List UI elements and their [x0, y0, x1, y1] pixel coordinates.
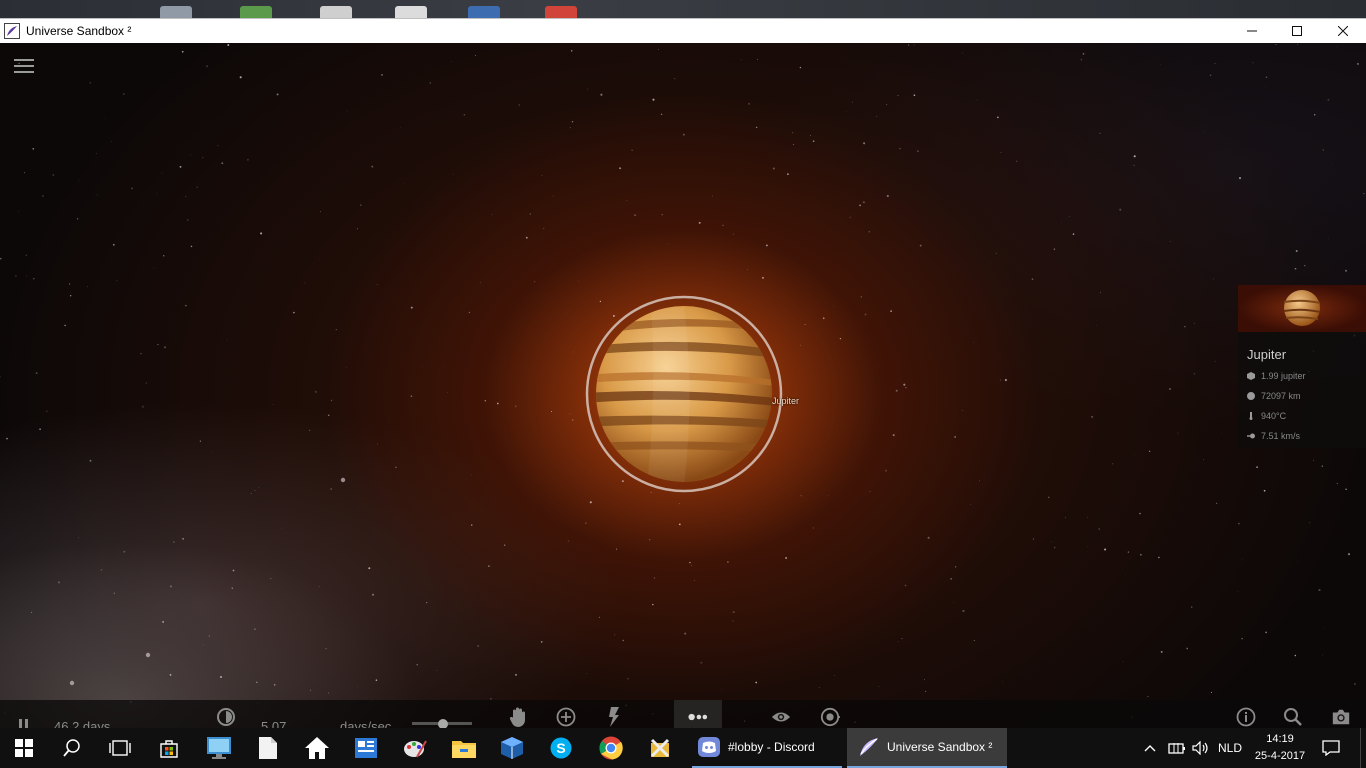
universe-sandbox-icon — [4, 23, 20, 39]
volume-icon[interactable] — [1192, 728, 1212, 768]
info-icon[interactable] — [1236, 707, 1256, 727]
taskbar-app-discord[interactable]: #lobby - Discord — [692, 728, 842, 768]
stat-mass: 1.99 jupiter — [1247, 370, 1366, 382]
stat-velocity: 7.51 km/s — [1247, 430, 1366, 442]
planet-jupiter[interactable] — [585, 295, 783, 493]
people-icon[interactable] — [688, 707, 708, 727]
desktop-icon[interactable] — [395, 6, 427, 18]
file-icon[interactable] — [245, 728, 291, 768]
search-taskbar-icon[interactable] — [48, 728, 96, 768]
start-button[interactable] — [0, 728, 48, 768]
taskbar: S #lobby - Discord Universe Sandbox ² NL… — [0, 728, 1366, 768]
stat-value: 940°C — [1261, 411, 1287, 421]
velocity-icon — [1247, 433, 1255, 439]
eye-icon[interactable] — [771, 707, 791, 727]
clock-date: 25-4-2017 — [1254, 750, 1306, 762]
minimize-icon[interactable] — [1229, 19, 1275, 43]
chrome-icon[interactable] — [588, 728, 634, 768]
simulation-viewport[interactable]: Jupiter Jupiter 1.99 jupiter 72097 km 94… — [0, 43, 1366, 728]
language-indicator[interactable]: NLD — [1218, 728, 1246, 768]
desktop-icon[interactable] — [545, 6, 577, 18]
desktop-background — [0, 0, 1366, 18]
desktop-icon[interactable] — [468, 6, 500, 18]
maximize-icon[interactable] — [1274, 19, 1320, 43]
mass-icon — [1247, 372, 1255, 380]
planet-thumbnail — [1238, 285, 1366, 332]
universe-sandbox-icon — [860, 738, 878, 756]
taskbar-app-universe-sandbox[interactable]: Universe Sandbox ² — [847, 728, 1007, 768]
camera-icon[interactable] — [1331, 707, 1351, 727]
skype-icon[interactable]: S — [538, 728, 584, 768]
home-icon[interactable] — [294, 728, 340, 768]
hand-icon[interactable] — [508, 707, 528, 727]
info-panel[interactable]: Jupiter 1.99 jupiter 72097 km 940°C 7.51… — [1238, 285, 1366, 448]
battery-icon[interactable] — [1168, 728, 1188, 768]
remote-desktop-icon[interactable] — [196, 728, 242, 768]
desktop-icon[interactable] — [240, 6, 272, 18]
power-icon[interactable] — [604, 707, 624, 727]
planet-label[interactable]: Jupiter — [772, 396, 799, 406]
search-icon[interactable] — [1283, 707, 1303, 727]
tray-chevron-icon[interactable] — [1144, 728, 1160, 768]
network-app-icon[interactable] — [343, 728, 389, 768]
show-desktop-button[interactable] — [1360, 728, 1366, 768]
body-name: Jupiter — [1247, 347, 1287, 362]
clock-icon[interactable] — [216, 707, 236, 727]
speed-slider[interactable] — [412, 719, 472, 729]
virtualbox-icon[interactable] — [489, 728, 535, 768]
notifications-icon[interactable] — [1322, 728, 1344, 768]
hamburger-icon[interactable] — [14, 59, 34, 77]
radius-icon — [1247, 392, 1255, 400]
stat-value: 1.99 jupiter — [1261, 371, 1306, 381]
tools-icon[interactable] — [637, 728, 683, 768]
clock-time: 14:19 — [1266, 733, 1294, 745]
store-icon[interactable] — [146, 728, 192, 768]
window-titlebar[interactable]: Universe Sandbox ² — [0, 18, 1366, 43]
close-icon[interactable] — [1320, 19, 1366, 43]
add-icon[interactable] — [556, 707, 576, 727]
svg-text:S: S — [556, 740, 565, 756]
paint-icon[interactable] — [392, 728, 438, 768]
stat-temperature: 940°C — [1247, 410, 1366, 422]
taskbar-app-label: #lobby - Discord — [728, 740, 815, 754]
stat-value: 7.51 km/s — [1261, 431, 1301, 441]
discord-icon — [698, 737, 720, 757]
stat-radius: 72097 km — [1247, 390, 1366, 402]
taskbar-app-label: Universe Sandbox ² — [887, 740, 993, 754]
stat-value: 72097 km — [1261, 391, 1301, 401]
desktop-icon[interactable] — [320, 6, 352, 18]
windows-icon — [15, 739, 33, 757]
task-view-icon[interactable] — [96, 728, 144, 768]
file-explorer-icon[interactable] — [441, 728, 487, 768]
sim-toolbar: 46.2 days 5.07 days/sec — [0, 700, 1366, 734]
desktop-icon[interactable] — [160, 6, 192, 18]
temperature-icon — [1249, 412, 1253, 420]
sim-icon[interactable] — [820, 707, 840, 727]
clock[interactable]: 14:19 25-4-2017 — [1250, 731, 1310, 765]
window-title: Universe Sandbox ² — [26, 24, 132, 38]
